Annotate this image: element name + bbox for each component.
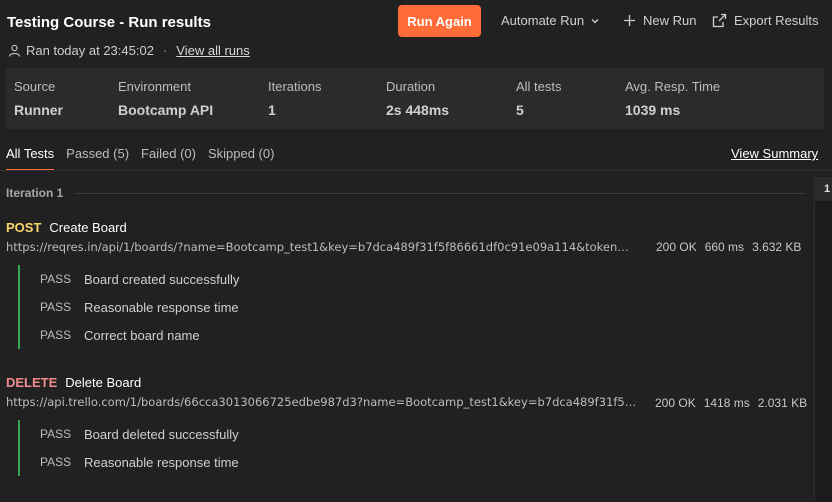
- request-method: POST: [6, 220, 42, 235]
- request-response-meta: 200 OK 660 ms 3.632 KB: [656, 240, 809, 254]
- results-tabs: All Tests Passed (5) Failed (0) Skipped …: [6, 146, 286, 170]
- page-title: Testing Course - Run results: [7, 14, 211, 31]
- automate-run-label: Automate Run: [501, 13, 585, 28]
- stat-value: 1: [268, 102, 276, 118]
- stat-value: 2s 448ms: [386, 102, 450, 118]
- test-status: PASS: [40, 455, 72, 469]
- test-status: PASS: [40, 328, 72, 342]
- plus-icon: [623, 14, 636, 27]
- stat-label: Avg. Resp. Time: [625, 79, 721, 94]
- stat-avg-resp-time: Avg. Resp. Time 1039 ms: [625, 79, 720, 118]
- response-status: 200 OK: [655, 396, 696, 410]
- iteration-jump-tab[interactable]: 1: [814, 177, 832, 201]
- response-time: 1418 ms: [703, 396, 750, 410]
- test-result: PASS Board created successfully: [20, 265, 239, 293]
- user-icon: [8, 44, 21, 57]
- run-meta: Ran today at 23:45:02 · View all runs: [8, 43, 250, 58]
- test-results-list: PASS Board deleted successfully PASS Rea…: [18, 420, 239, 476]
- test-status: PASS: [40, 300, 72, 314]
- tab-failed[interactable]: Failed (0): [141, 146, 196, 170]
- export-icon: [712, 13, 727, 28]
- view-summary-link[interactable]: View Summary: [731, 146, 818, 161]
- stat-value: Runner: [14, 102, 63, 118]
- new-run-label: New Run: [643, 13, 697, 28]
- response-size: 3.632 KB: [752, 240, 802, 254]
- test-name: Reasonable response time: [84, 299, 239, 315]
- test-result: PASS Reasonable response time: [20, 293, 239, 321]
- request-method: DELETE: [6, 375, 58, 390]
- request-name: Create Board: [49, 220, 127, 235]
- test-result: PASS Board deleted successfully: [20, 420, 239, 448]
- iteration-scroll-rail[interactable]: [814, 176, 832, 502]
- stat-label: Duration: [386, 79, 436, 94]
- automate-run-button[interactable]: Automate Run: [501, 13, 600, 28]
- test-name: Board deleted successfully: [84, 426, 239, 442]
- request-name: Delete Board: [65, 375, 142, 390]
- stat-label: Iterations: [268, 79, 322, 94]
- meta-separator: ·: [162, 43, 168, 58]
- tab-passed[interactable]: Passed (5): [66, 146, 129, 170]
- test-status: PASS: [40, 272, 72, 286]
- test-result: PASS Correct board name: [20, 321, 239, 349]
- stat-duration: Duration 2s 448ms: [386, 79, 449, 118]
- iteration-divider: [74, 193, 806, 194]
- response-time: 660 ms: [704, 240, 745, 254]
- run-stats-panel: Source Runner Environment Bootcamp API I…: [6, 68, 824, 129]
- request-header[interactable]: POST Create Board: [6, 220, 127, 235]
- request-response-meta: 200 OK 1418 ms 2.031 KB: [655, 396, 815, 410]
- stat-label: Environment: [118, 79, 191, 94]
- iteration-label: Iteration 1: [6, 186, 64, 200]
- request-url: https://reqres.in/api/1/boards/?name=Boo…: [6, 240, 638, 254]
- stat-environment: Environment Bootcamp API: [118, 79, 213, 118]
- response-size: 2.031 KB: [757, 396, 808, 410]
- chevron-down-icon: [590, 16, 600, 26]
- stat-iterations: Iterations 1: [268, 79, 321, 118]
- stat-all-tests: All tests 5: [516, 79, 562, 118]
- response-status: 200 OK: [656, 240, 697, 254]
- new-run-button[interactable]: New Run: [623, 13, 696, 28]
- request-header[interactable]: DELETE Delete Board: [6, 375, 141, 390]
- stat-source: Source Runner: [14, 79, 63, 118]
- export-results-label: Export Results: [734, 13, 819, 28]
- stat-value: 5: [516, 102, 524, 118]
- tab-skipped[interactable]: Skipped (0): [208, 146, 274, 170]
- run-again-button[interactable]: Run Again: [398, 5, 481, 37]
- tab-all-tests[interactable]: All Tests: [6, 146, 55, 170]
- view-all-runs-link[interactable]: View all runs: [176, 43, 249, 58]
- test-result: PASS Reasonable response time: [20, 448, 239, 476]
- stat-label: All tests: [516, 79, 562, 94]
- request-url: https://api.trello.com/1/boards/66cca301…: [6, 395, 638, 409]
- test-name: Board created successfully: [84, 271, 240, 287]
- stat-value: Bootcamp API: [118, 102, 214, 118]
- test-name: Reasonable response time: [84, 454, 239, 470]
- tabs-divider: [0, 170, 832, 171]
- test-status: PASS: [40, 427, 72, 441]
- stat-label: Source: [14, 79, 56, 94]
- stat-value: 1039 ms: [625, 102, 681, 118]
- test-results-list: PASS Board created successfully PASS Rea…: [18, 265, 239, 349]
- test-name: Correct board name: [84, 327, 200, 343]
- ran-time: Ran today at 23:45:02: [26, 43, 154, 58]
- export-results-button[interactable]: Export Results: [712, 13, 819, 28]
